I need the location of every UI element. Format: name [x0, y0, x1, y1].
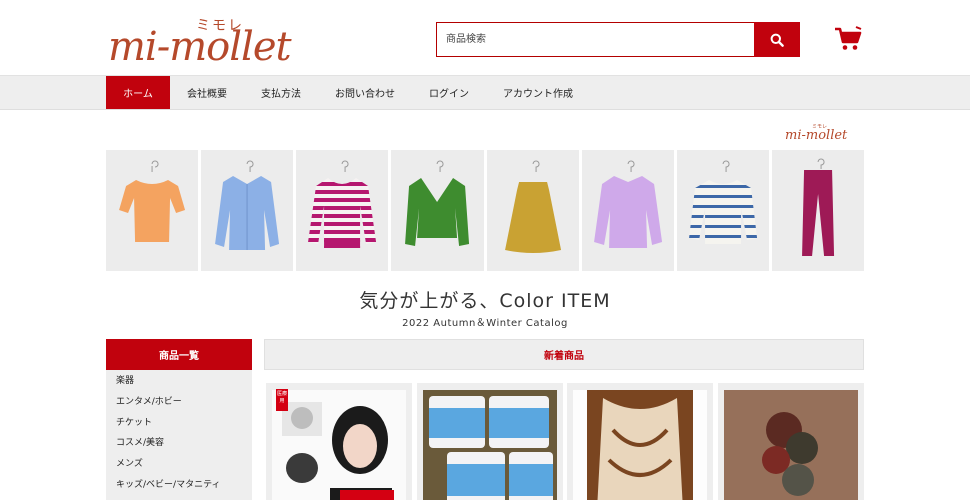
nav-login[interactable]: ログイン [412, 76, 486, 109]
cart-button[interactable] [834, 26, 862, 52]
product-badge: 医療用 [276, 389, 288, 411]
search-icon [770, 33, 784, 47]
nav-payment[interactable]: 支払方法 [244, 76, 318, 109]
product-card[interactable] [718, 383, 864, 500]
site-logo[interactable]: ミモレ mi-mollet [106, 8, 326, 70]
banner-item-green-cardigan [391, 150, 484, 271]
category-item[interactable]: コスメ/美容 [106, 433, 252, 454]
category-item[interactable]: メンズ [106, 454, 252, 475]
search-button[interactable] [754, 22, 800, 57]
category-item[interactable]: 楽器 [106, 371, 252, 392]
product-image [423, 390, 557, 500]
search-input[interactable] [436, 22, 754, 57]
banner-item-lilac-blouse [581, 150, 674, 271]
product-image [724, 390, 858, 500]
logo-text: mi-mollet [108, 24, 293, 70]
banner-images[interactable] [106, 150, 864, 271]
cart-icon [835, 26, 862, 50]
product-card[interactable]: 医療用 [266, 383, 412, 500]
search-bar [436, 22, 800, 57]
banner-item-magenta-pants [771, 150, 864, 271]
banner-item-blue-shirt [201, 150, 294, 271]
product-card[interactable] [417, 383, 563, 500]
banner-item-mustard-skirt [486, 150, 579, 271]
banner-logo: ミモレ mi-mollet [784, 120, 848, 146]
category-heading: 商品一覧 [106, 339, 252, 370]
category-item[interactable]: エンタメ/ホビー [106, 392, 252, 413]
banner-item-striped-cardigan [296, 150, 389, 271]
banner-title: 気分が上がる、Color ITEM [359, 290, 611, 312]
category-item[interactable]: チケット [106, 413, 252, 434]
nav-company[interactable]: 会社概要 [170, 76, 244, 109]
category-item[interactable]: キッズ/ベビー/マタニティ [106, 475, 252, 496]
product-card[interactable] [567, 383, 713, 500]
banner-item-striped-sweater [676, 150, 769, 271]
new-items-heading: 新着商品 [264, 339, 864, 370]
banner-subtitle: 2022 Autumn＆Winter Catalog [402, 318, 568, 329]
banner-item-orange-knit [106, 150, 199, 271]
category-list: 楽器 エンタメ/ホビー チケット コスメ/美容 メンズ キッズ/ベビー/マタニテ… [106, 370, 252, 500]
main-nav: ホーム 会社概要 支払方法 お問い合わせ ログイン アカウント作成 [0, 75, 970, 110]
nav-contact[interactable]: お問い合わせ [318, 76, 412, 109]
nav-create-account[interactable]: アカウント作成 [486, 76, 590, 109]
nav-home[interactable]: ホーム [106, 76, 170, 109]
banner-logo-text: mi-mollet [785, 128, 848, 143]
product-image [272, 390, 406, 500]
product-image [573, 390, 707, 500]
